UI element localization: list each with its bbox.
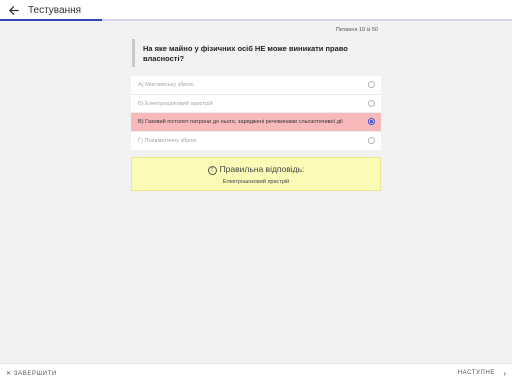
- option-d[interactable]: Г) Пневматичну зброю: [131, 132, 381, 151]
- radio-button[interactable]: [368, 136, 375, 144]
- radio-button[interactable]: [368, 99, 375, 107]
- question-text: На яке майно у фізичних осіб НЕ може вин…: [132, 39, 380, 67]
- chevron-right-icon[interactable]: ›: [503, 369, 506, 378]
- next-button-label: НАСТУПНЕ: [457, 370, 495, 376]
- app-bar: Тестування: [0, 0, 512, 21]
- page-title: Тестування: [28, 5, 82, 16]
- back-button[interactable]: [6, 3, 20, 17]
- correct-answer-heading: Правильна відповідь:: [219, 164, 305, 174]
- progress-bar: [0, 19, 512, 21]
- option-label: Б) Електрошоковий пристрій: [138, 100, 213, 107]
- bottom-bar: ✕ ЗАВЕРШИТИ НАСТУПНЕ ›: [0, 363, 512, 384]
- radio-button[interactable]: [368, 118, 375, 125]
- finish-button-label: ЗАВЕРШИТИ: [13, 371, 57, 377]
- correct-answer-title: ! Правильна відповідь:: [132, 164, 380, 175]
- arrow-left-icon: [8, 5, 19, 15]
- correct-answer-text: Електрошоковий пристрій: [222, 179, 290, 185]
- option-label: В) Газовий пістолет патрони до нього, за…: [138, 119, 343, 125]
- question-counter: Питання 10 із 50: [335, 27, 378, 33]
- option-c[interactable]: В) Газовий пістолет патрони до нього, за…: [131, 113, 381, 132]
- option-b[interactable]: Б) Електрошоковий пристрій: [131, 95, 381, 113]
- option-label: А) Мисливську зброю: [138, 82, 194, 88]
- info-icon: !: [207, 166, 217, 175]
- next-button[interactable]: НАСТУПНЕ: [458, 370, 495, 376]
- progress-bar-fill: [0, 19, 103, 21]
- close-icon: ✕: [6, 371, 12, 377]
- answer-options: А) Мисливську зброю Б) Електрошоковий пр…: [131, 76, 381, 150]
- correct-answer-box: ! Правильна відповідь: Електрошоковий при…: [131, 157, 381, 191]
- option-a[interactable]: А) Мисливську зброю: [131, 76, 381, 95]
- finish-button[interactable]: ✕ ЗАВЕРШИТИ: [6, 370, 57, 377]
- radio-button[interactable]: [368, 81, 375, 88]
- option-label: Г) Пневматичну зброю: [138, 137, 197, 144]
